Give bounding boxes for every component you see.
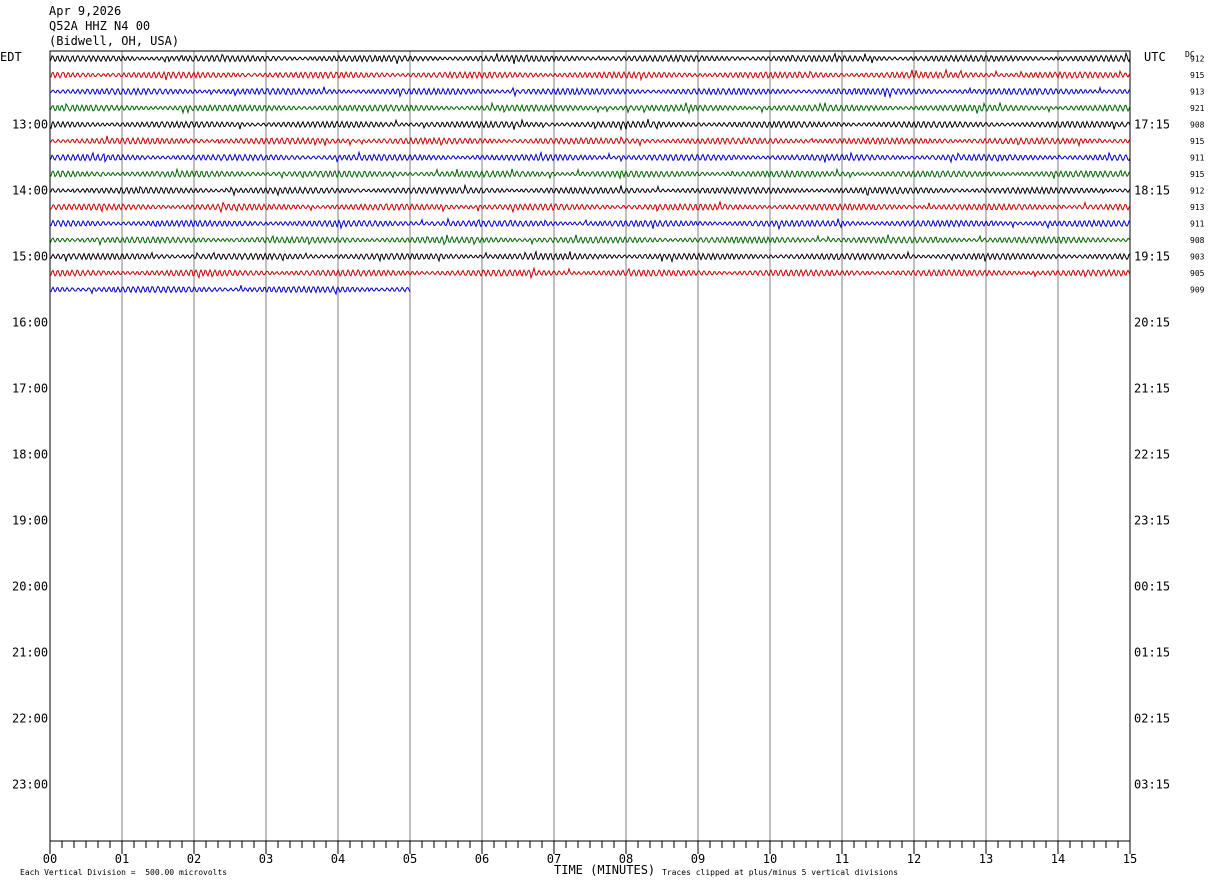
dc-offset-label: 909 xyxy=(1190,286,1205,295)
dc-offset-label: 915 xyxy=(1190,71,1205,80)
dc-offset-label: 921 xyxy=(1190,104,1205,113)
dc-offset-label: 911 xyxy=(1190,154,1205,163)
x-tick-label: 01 xyxy=(115,852,129,866)
left-hour-label: 16:00 xyxy=(12,316,48,330)
seismic-trace xyxy=(49,67,1131,82)
seismic-trace xyxy=(49,199,1131,214)
dc-offset-label: 905 xyxy=(1190,269,1205,278)
seismic-trace xyxy=(49,135,1131,148)
right-hour-label: 19:15 xyxy=(1134,250,1170,264)
right-hour-label: 22:15 xyxy=(1134,448,1170,462)
plot-frame xyxy=(49,50,1131,842)
dc-offset-label: 913 xyxy=(1190,88,1205,97)
left-hour-label: 21:00 xyxy=(12,646,48,660)
x-tick-label: 00 xyxy=(43,852,57,866)
seismic-trace xyxy=(49,285,411,296)
x-tick-label: 02 xyxy=(187,852,201,866)
right-hour-label: 18:15 xyxy=(1134,184,1170,198)
clip-note: Traces clipped at plus/minus 5 vertical … xyxy=(662,868,899,877)
x-axis-title: TIME (MINUTES) xyxy=(554,863,656,877)
seismic-trace xyxy=(49,150,1131,164)
seismic-trace xyxy=(49,118,1131,132)
x-tick-label: 04 xyxy=(331,852,345,866)
seismic-trace xyxy=(49,167,1131,180)
right-hour-label: 00:15 xyxy=(1134,580,1170,594)
left-hour-label: 19:00 xyxy=(12,514,48,528)
seismic-trace xyxy=(49,234,1131,247)
x-tick-label: 10 xyxy=(763,852,777,866)
seismic-trace xyxy=(49,216,1131,231)
helicorder-plot: 00 01 02 03 04 05 06 07 08 09 10 11 12 13 14 1513:0014:… xyxy=(12,50,1205,866)
x-tick-label: 05 xyxy=(403,852,417,866)
vertical-division-note: Each Vertical Division = 500.00 microvol… xyxy=(20,868,228,877)
right-hour-label: 02:15 xyxy=(1134,712,1170,726)
left-hour-label: 22:00 xyxy=(12,712,48,726)
seismic-trace xyxy=(49,183,1131,197)
dc-offset-label: 913 xyxy=(1190,203,1205,212)
x-tick-label: 12 xyxy=(907,852,921,866)
x-tick-label: 09 xyxy=(691,852,705,866)
dc-offset-label: 915 xyxy=(1190,137,1205,146)
dc-offset-label: 915 xyxy=(1190,170,1205,179)
x-tick-label: 13 xyxy=(979,852,993,866)
left-hour-label: 20:00 xyxy=(12,580,48,594)
seismic-trace xyxy=(49,101,1131,115)
left-hour-label: 13:00 xyxy=(12,118,48,132)
right-hour-label: 01:15 xyxy=(1134,646,1170,660)
right-hour-label: 21:15 xyxy=(1134,382,1170,396)
seismic-trace xyxy=(49,85,1131,99)
left-hour-label: 18:00 xyxy=(12,448,48,462)
right-hour-label: 03:15 xyxy=(1134,778,1170,792)
x-tick-label: 15 xyxy=(1123,852,1137,866)
left-hour-label: 23:00 xyxy=(12,778,48,792)
x-tick-label: 06 xyxy=(475,852,489,866)
right-hour-label: 23:15 xyxy=(1134,514,1170,528)
dc-offset-label: 903 xyxy=(1190,253,1205,262)
right-hour-label: 17:15 xyxy=(1134,118,1170,132)
seismic-trace xyxy=(49,51,1131,65)
dc-offset-label: 908 xyxy=(1190,121,1205,130)
seismic-trace xyxy=(49,249,1131,264)
right-hour-label: 20:15 xyxy=(1134,316,1170,330)
dc-offset-label: 908 xyxy=(1190,236,1205,245)
dc-offset-label: 912 xyxy=(1190,55,1205,64)
left-hour-label: 17:00 xyxy=(12,382,48,396)
x-tick-label: 14 xyxy=(1051,852,1065,866)
x-tick-label: 11 xyxy=(835,852,849,866)
seismic-trace xyxy=(49,266,1131,280)
left-hour-label: 14:00 xyxy=(12,184,48,198)
left-hour-label: 15:00 xyxy=(12,250,48,264)
x-tick-label: 03 xyxy=(259,852,273,866)
dc-offset-label: 911 xyxy=(1190,220,1205,229)
dc-offset-label: 912 xyxy=(1190,187,1205,196)
